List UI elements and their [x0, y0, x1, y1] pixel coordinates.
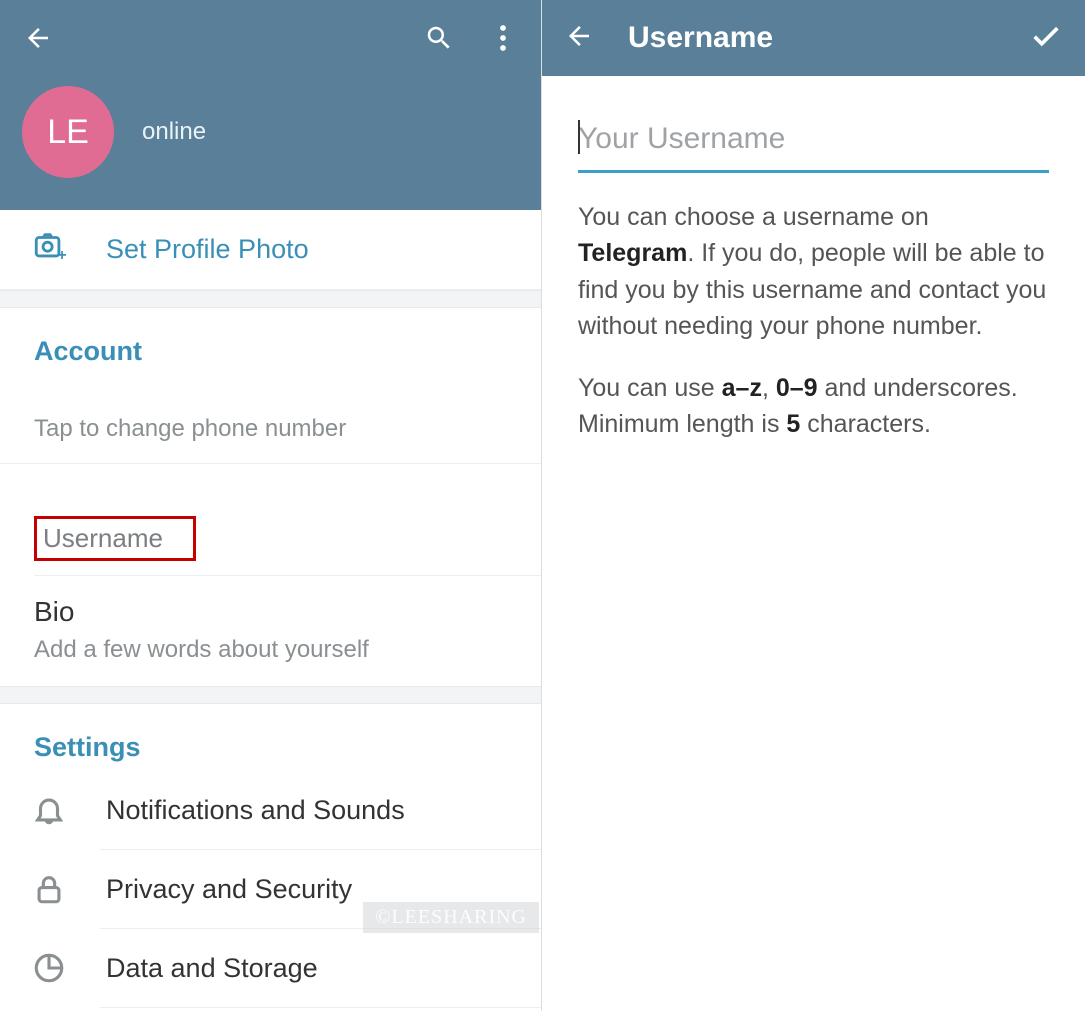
username-edit-screen: Username You can choose a username on Te…: [542, 0, 1085, 1011]
bell-icon: [28, 789, 70, 831]
arrow-left-icon: [564, 21, 594, 51]
camera-add-icon: +: [32, 229, 66, 270]
svg-text:+: +: [58, 247, 67, 263]
phone-number-row[interactable]: Tap to change phone number: [0, 375, 541, 464]
settings-header: Settings: [0, 704, 541, 771]
username-input[interactable]: [578, 112, 1049, 173]
back-button[interactable]: [564, 21, 594, 56]
search-button[interactable]: [421, 20, 457, 56]
page-title: Username: [628, 21, 1029, 55]
search-icon: [424, 23, 454, 53]
text-cursor: [578, 120, 580, 154]
more-button[interactable]: [485, 20, 521, 56]
lock-icon: [28, 868, 70, 910]
profile-header: LE online: [0, 0, 541, 210]
settings-item-label: Data and Storage: [106, 953, 318, 984]
back-button[interactable]: [20, 20, 56, 56]
watermark: ©LEESHARING: [363, 902, 539, 933]
settings-item-data[interactable]: Data and Storage: [0, 929, 541, 1007]
section-divider: [0, 290, 541, 308]
set-profile-photo-label: Set Profile Photo: [106, 234, 309, 265]
online-status: online: [142, 118, 206, 146]
settings-screen: LE online + Set Profile Photo Account Ta…: [0, 0, 542, 1011]
username-label: Username: [34, 516, 196, 561]
username-header: Username: [542, 0, 1085, 76]
settings-item-notifications[interactable]: Notifications and Sounds: [0, 771, 541, 849]
settings-item-label: Notifications and Sounds: [106, 795, 405, 826]
bio-row[interactable]: Bio Add a few words about yourself: [0, 576, 541, 686]
section-divider: [0, 686, 541, 704]
username-description-2: You can use a–z, 0–9 and underscores. Mi…: [578, 370, 1049, 443]
bio-title: Bio: [34, 596, 507, 628]
more-vertical-icon: [499, 23, 507, 53]
avatar[interactable]: LE: [22, 86, 114, 178]
check-icon: [1029, 19, 1063, 53]
confirm-button[interactable]: [1029, 19, 1063, 58]
settings-item-label: Privacy and Security: [106, 874, 352, 905]
set-profile-photo-row[interactable]: + Set Profile Photo: [0, 210, 541, 290]
pie-chart-icon: [28, 947, 70, 989]
username-row[interactable]: Username: [0, 498, 541, 575]
bio-subtitle: Add a few words about yourself: [34, 636, 507, 664]
arrow-left-icon: [23, 23, 53, 53]
username-description-1: You can choose a username on Telegram. I…: [578, 199, 1049, 344]
account-header: Account: [0, 308, 541, 375]
